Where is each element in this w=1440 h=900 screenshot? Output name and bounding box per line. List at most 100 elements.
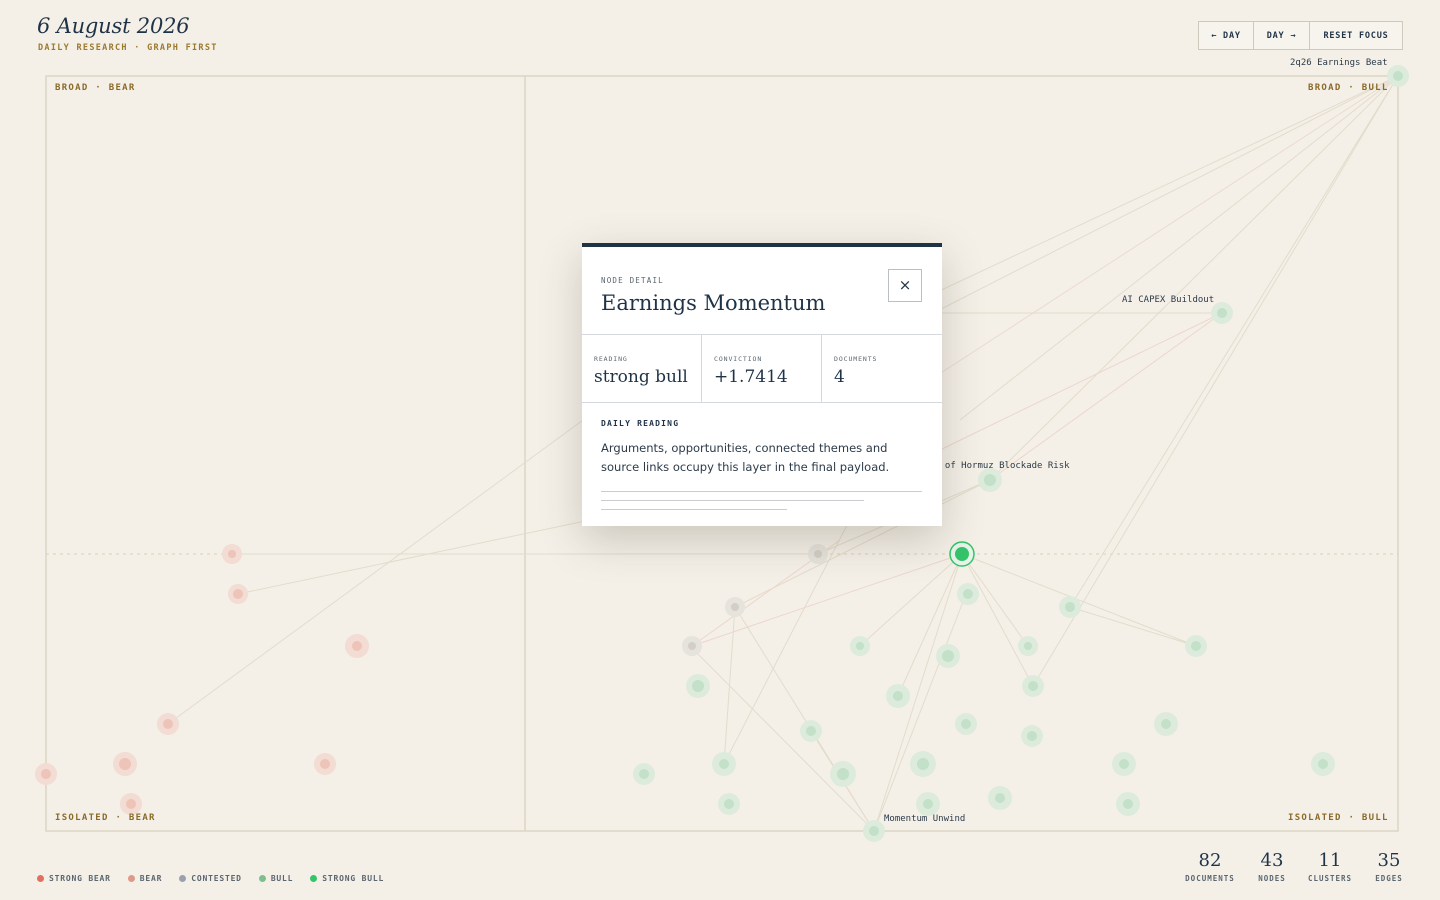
- stat-documents: 82 DOCUMENTS: [1183, 848, 1237, 883]
- node-core: [923, 799, 933, 809]
- metric-documents: DOCUMENTS 4: [822, 335, 942, 402]
- edge: [961, 553, 1197, 647]
- metric-value: 4: [834, 367, 845, 387]
- legend-item-strong-bull: STRONG BULL: [310, 874, 384, 883]
- legend-label: STRONG BULL: [322, 874, 385, 883]
- stat-value: 11: [1318, 850, 1342, 871]
- node-core: [719, 759, 729, 769]
- metric-value: strong bull: [594, 367, 688, 387]
- node-core: [228, 550, 236, 558]
- edge: [989, 75, 1399, 481]
- stat-edges: 35 EDGES: [1372, 848, 1406, 883]
- node-core: [1217, 308, 1227, 318]
- node-core: [837, 768, 849, 780]
- focused-node-earnings-momentum[interactable]: [949, 541, 975, 567]
- contested-dot-icon: [179, 875, 187, 882]
- node-label-earnings-beat[interactable]: 2q26 Earnings Beat: [1290, 58, 1388, 68]
- stat-value: 35: [1377, 850, 1401, 871]
- legend-label: CONTESTED: [191, 874, 242, 883]
- edge: [899, 75, 1399, 331]
- stat-label: EDGES: [1375, 874, 1403, 883]
- node-core: [1024, 642, 1032, 650]
- node-core: [320, 759, 330, 769]
- quadrant-label-isolated-bull: ISOLATED · BULL: [1288, 813, 1389, 823]
- legend-label: STRONG BEAR: [49, 874, 111, 883]
- node-core: [995, 793, 1005, 803]
- edge: [1069, 75, 1399, 608]
- stat-label: DOCUMENTS: [1185, 874, 1235, 883]
- metric-label: CONVICTION: [714, 355, 763, 363]
- node-core: [1065, 602, 1075, 612]
- node-core: [352, 641, 362, 651]
- node-core: [233, 589, 243, 599]
- node-core: [126, 799, 136, 809]
- node-core: [917, 758, 929, 770]
- close-icon[interactable]: ×: [888, 269, 922, 302]
- node-core: [692, 680, 704, 692]
- bear-dot-icon: [127, 875, 135, 882]
- node-detail-modal: NODE DETAIL Earnings Momentum × READING …: [582, 243, 942, 526]
- edge: [167, 414, 591, 725]
- stat-clusters: 11 CLUSTERS: [1306, 848, 1354, 883]
- quadrant-label-broad-bear: BROAD · BEAR: [55, 83, 136, 93]
- node-core: [942, 650, 954, 662]
- node-core: [163, 719, 173, 729]
- edge: [723, 499, 861, 765]
- node-core: [731, 603, 739, 611]
- modal-metrics: READING strong bull CONVICTION +1.7414 D…: [582, 334, 942, 403]
- legend-item-strong-bear: STRONG BEAR: [37, 874, 111, 883]
- node-core: [1393, 71, 1403, 81]
- legend-label: BULL: [270, 874, 294, 883]
- edge: [723, 606, 736, 765]
- quadrant-label-broad-bull: BROAD · BULL: [1308, 83, 1389, 93]
- edge: [1069, 606, 1197, 647]
- stat-label: NODES: [1258, 874, 1286, 883]
- edge: [859, 553, 963, 647]
- node-core: [963, 589, 973, 599]
- bull-dot-icon: [258, 875, 266, 882]
- legend-item-bull: BULL: [258, 874, 294, 883]
- node-core: [1027, 731, 1037, 741]
- quadrant-label-isolated-bear: ISOLATED · BEAR: [55, 813, 156, 823]
- placeholder-line: [601, 500, 864, 501]
- stat-value: 82: [1198, 850, 1222, 871]
- node-core: [1028, 681, 1038, 691]
- focus-core: [955, 547, 969, 561]
- node-core: [1123, 799, 1133, 809]
- node-core: [856, 642, 864, 650]
- bear-nodes: [35, 544, 369, 815]
- metric-reading: READING strong bull: [582, 335, 702, 402]
- node-core: [41, 769, 51, 779]
- legend-item-contested: CONTESTED: [179, 874, 242, 883]
- edge: [929, 75, 1399, 381]
- node-label-ai-capex[interactable]: AI CAPEX Buildout: [1122, 295, 1214, 305]
- node-core: [639, 769, 649, 779]
- legend: STRONG BEAR BEAR CONTESTED BULL STRONG B…: [37, 874, 384, 883]
- stat-label: CLUSTERS: [1307, 874, 1353, 883]
- strong-bear-dot-icon: [37, 875, 44, 882]
- metric-label: READING: [594, 355, 628, 363]
- metric-label: DOCUMENTS: [834, 355, 878, 363]
- node-core: [893, 691, 903, 701]
- node-core: [806, 726, 816, 736]
- stat-value: 43: [1260, 850, 1284, 871]
- daily-reading-heading: DAILY READING: [601, 419, 680, 428]
- node-core: [814, 550, 822, 558]
- edge: [897, 553, 963, 697]
- legend-label: BEAR: [139, 874, 163, 883]
- strong-bull-dot-icon: [310, 875, 318, 882]
- node-core: [984, 474, 996, 486]
- placeholder-line: [601, 509, 787, 510]
- edge: [237, 519, 591, 595]
- node-core: [119, 758, 131, 770]
- daily-reading-text: Arguments, opportunities, connected them…: [601, 441, 890, 474]
- node-label-momentum-unwind[interactable]: Momentum Unwind: [884, 814, 965, 824]
- edge: [689, 645, 875, 832]
- legend-item-bear: BEAR: [127, 874, 163, 883]
- metric-value: +1.7414: [714, 367, 788, 387]
- node-core: [1119, 759, 1129, 769]
- node-core: [724, 799, 734, 809]
- node-core: [1161, 719, 1171, 729]
- edge: [989, 312, 1223, 481]
- modal-kicker: NODE DETAIL: [601, 276, 664, 285]
